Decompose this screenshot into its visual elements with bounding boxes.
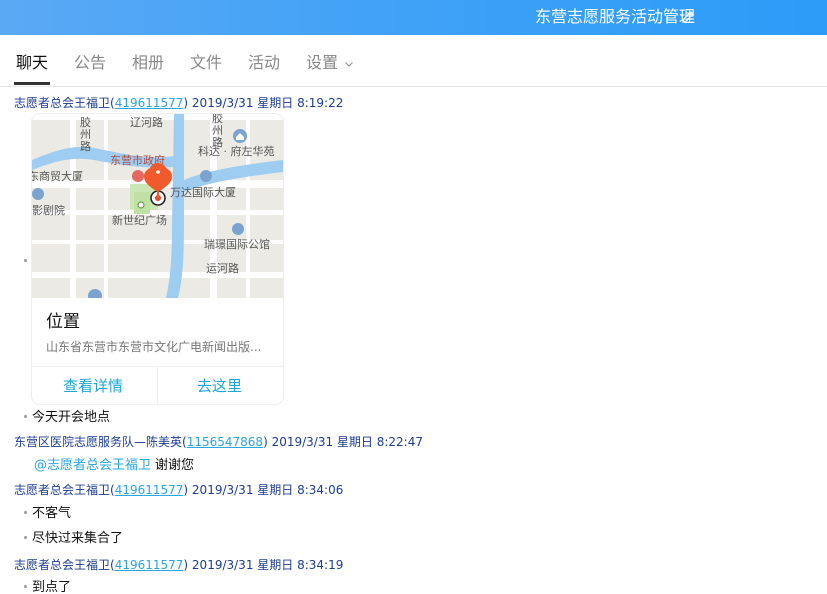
group-title: 东营志愿服务活动管理: [534, 7, 695, 26]
mention-link[interactable]: @志愿者总会王福卫: [34, 458, 151, 473]
divider: [157, 367, 158, 404]
chat-feed[interactable]: 志愿者总会王福卫(419611577) 2019/3/31 星期日 8:19:2…: [0, 88, 827, 594]
message-time: 2019/3/31 星期日 8:19:22: [191, 96, 344, 110]
location-title: 位置: [46, 312, 80, 332]
message-header: 东营区医院志愿服务队—陈美英(1156547868) 2019/3/31 星期日…: [14, 435, 423, 449]
location-map[interactable]: 辽河路 胶 州 路 胶 州 路 东营市政府 科达 · 府左华苑 东商贸大厦 万达…: [32, 114, 283, 298]
message-header: 志愿者总会王福卫(419611577) 2019/3/31 星期日 8:19:2…: [14, 96, 344, 110]
message-time: 2019/3/31 星期日 8:22:47: [271, 435, 423, 449]
map-label: 万达国际大厦: [170, 185, 236, 199]
map-label: 运河路: [206, 262, 239, 275]
location-card[interactable]: 辽河路 胶 州 路 胶 州 路 东营市政府 科达 · 府左华苑 东商贸大厦 万达…: [32, 114, 283, 404]
bullet: [24, 415, 27, 418]
active-tab-indicator: [14, 82, 50, 85]
sender-qq-link[interactable]: 419611577: [115, 558, 184, 572]
map-label: 路: [80, 140, 91, 153]
sender-name: 志愿者总会王福卫: [14, 96, 111, 110]
navigate-here-button[interactable]: 去这里: [197, 376, 242, 396]
location-actions: 查看详情 去这里: [32, 366, 283, 404]
tab-bar: 聊天 公告 相册 文件 活动 设置: [0, 35, 827, 87]
location-address: 山东省东营市东营市文化广电新闻出版...: [46, 340, 262, 354]
message-text-content: 今天开会地点: [32, 410, 111, 425]
bullet: [24, 259, 27, 262]
bullet: [24, 511, 27, 514]
map-label: 科达 · 府左华苑: [198, 144, 275, 158]
message-time: 2019/3/31 星期日 8:34:19: [191, 558, 344, 572]
title-bar: 东营志愿服务活动管理: [0, 0, 827, 35]
map-label: 影剧院: [32, 203, 65, 217]
map-label: 胶: [80, 115, 91, 129]
map-label: 瑞璟国际公馆: [204, 237, 270, 251]
sender-qq-link[interactable]: 419611577: [115, 483, 184, 497]
message-text: 到点了: [24, 579, 71, 594]
edit-pencil-icon[interactable]: [680, 9, 696, 25]
sender-qq-link[interactable]: 419611577: [115, 96, 184, 110]
message-text-content: 尽快过来集合了: [32, 531, 124, 546]
chevron-down-icon: [345, 61, 353, 67]
message-text: 不客气: [24, 505, 71, 523]
message-text: 今天开会地点: [24, 409, 110, 427]
tab-settings[interactable]: 设置: [306, 51, 354, 75]
bullet: [24, 585, 27, 588]
tab-album[interactable]: 相册: [132, 51, 164, 75]
tab-announcement[interactable]: 公告: [74, 51, 106, 75]
map-label: 辽河路: [130, 116, 163, 129]
sender-name: 东营区医院志愿服务队—陈美英: [14, 435, 183, 449]
message-text-content: 不客气: [32, 506, 72, 521]
sender-name: 志愿者总会王福卫: [14, 483, 111, 497]
message-header: 志愿者总会王福卫(419611577) 2019/3/31 星期日 8:34:0…: [14, 483, 344, 497]
bullet: [24, 536, 27, 539]
message-text-content: 谢谢您: [155, 458, 195, 473]
message-text: @志愿者总会王福卫 谢谢您: [34, 457, 194, 475]
message-text-content: 到点了: [32, 580, 72, 594]
tab-files[interactable]: 文件: [190, 51, 222, 75]
message-text: 尽快过来集合了: [24, 530, 123, 548]
tab-settings-label: 设置: [306, 53, 339, 72]
message-header: 志愿者总会王福卫(419611577) 2019/3/31 星期日 8:34:1…: [14, 558, 344, 572]
tab-activities[interactable]: 活动: [248, 51, 280, 75]
tab-chat[interactable]: 聊天: [16, 51, 48, 75]
message-time: 2019/3/31 星期日 8:34:06: [191, 483, 344, 497]
view-details-button[interactable]: 查看详情: [63, 376, 123, 396]
map-label: 东商贸大厦: [32, 169, 83, 183]
map-label: 新世纪广场: [112, 213, 167, 227]
sender-qq-link[interactable]: 1156547868: [187, 435, 263, 449]
sender-name: 志愿者总会王福卫: [14, 558, 111, 572]
